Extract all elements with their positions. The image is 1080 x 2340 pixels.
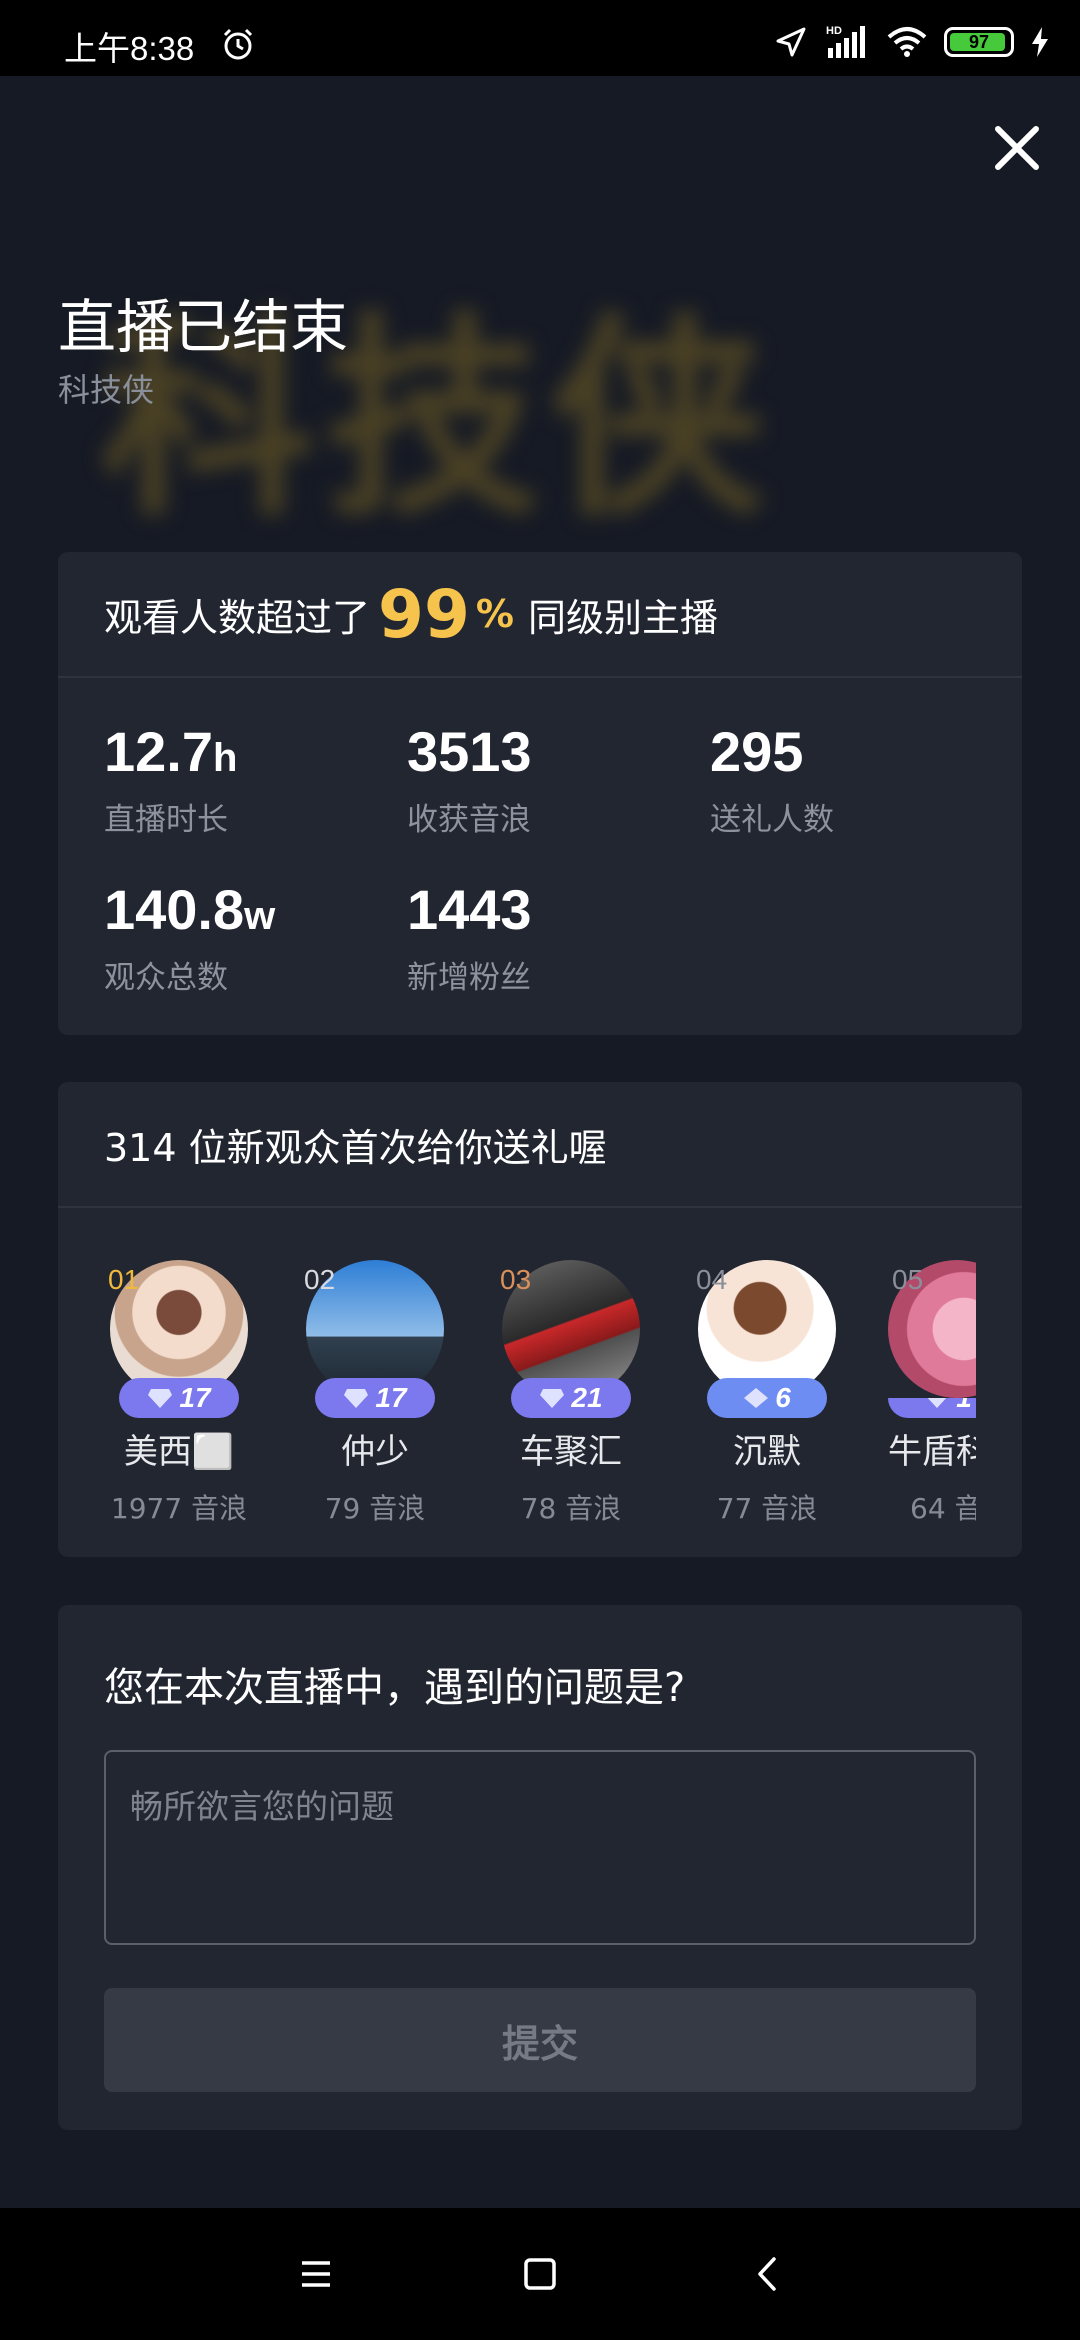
diamond-icon (927, 1398, 947, 1408)
stat-new-fans: 1443 新增粉丝 (407, 882, 707, 997)
battery-icon: 97 (944, 27, 1014, 57)
viewer-name: 车聚汇 (520, 1432, 622, 1472)
stat-label: 收获音浪 (407, 802, 531, 838)
ranking-percent: 99 (378, 575, 470, 653)
status-time: 上午8:38 (64, 30, 195, 67)
stat-label: 新增粉丝 (407, 960, 531, 996)
level-badge: 1 (888, 1398, 976, 1418)
stat-value: 140.8 (104, 878, 245, 941)
viewer-score: 79 音浪 (324, 1492, 426, 1525)
new-viewers-card: 314 位新观众首次给你送礼喔 01 17 美西⬜ 1977 音浪 02 17 … (58, 1082, 1022, 1557)
level-badge: 6 (707, 1378, 827, 1418)
status-indicators: HD 97 (774, 22, 1050, 62)
stat-value: 3513 (407, 720, 532, 783)
system-nav-bar (0, 2208, 1080, 2340)
submit-button[interactable]: 提交 (104, 1988, 976, 2092)
viewer-rank: 05 (892, 1264, 924, 1295)
viewer-name: 牛盾科 (888, 1432, 976, 1472)
stat-unit: w (244, 894, 276, 938)
viewer-rank: 02 (304, 1264, 336, 1295)
diamond-icon (344, 1389, 369, 1408)
diamond-icon (148, 1389, 173, 1408)
viewer-item[interactable]: 03 21 车聚汇 78 音浪 (496, 1260, 646, 1527)
new-viewers-heading: 314 位新观众首次给你送礼喔 (58, 1082, 1022, 1208)
level-value: 17 (179, 1382, 211, 1413)
viewer-list[interactable]: 01 17 美西⬜ 1977 音浪 02 17 仲少 79 音浪 03 21 车… (58, 1260, 1022, 1530)
ranking-suffix: 同级别主播 (527, 595, 718, 640)
stat-label: 观众总数 (104, 960, 228, 996)
stat-sound-waves: 3513 收获音浪 (407, 724, 707, 839)
viewer-item[interactable]: 01 17 美西⬜ 1977 音浪 (104, 1260, 254, 1527)
ranking-summary: 观看人数超过了 99 % 同级别主播 (58, 552, 1022, 678)
signal-icon: HD (826, 25, 865, 58)
level-value: 17 (375, 1382, 407, 1413)
stat-gifters: 295 送礼人数 (710, 724, 1010, 839)
stat-total-viewers: 140.8w 观众总数 (104, 882, 404, 997)
stat-unit: h (213, 736, 238, 780)
level-value: 21 (571, 1382, 603, 1413)
viewer-rank: 01 (108, 1264, 140, 1295)
viewer-item[interactable]: 04 6 沉默 77 音浪 (692, 1260, 842, 1527)
diamond-icon (540, 1389, 565, 1408)
charging-icon (1032, 27, 1048, 57)
ranking-percent-sign: % (475, 592, 514, 636)
wifi-icon (887, 27, 927, 57)
viewer-name: 美西⬜ (123, 1432, 235, 1472)
viewer-rank: 03 (500, 1264, 532, 1295)
alarm-icon (223, 28, 253, 60)
viewer-score: 64 音 (910, 1492, 976, 1525)
signal-hd-label: HD (826, 25, 842, 37)
stats-card: 观看人数超过了 99 % 同级别主播 12.7h 直播时长 3513 收获音浪 … (58, 552, 1022, 1035)
back-icon[interactable] (748, 2254, 788, 2294)
stat-value: 12.7 (104, 720, 213, 783)
level-value: 1 (956, 1398, 972, 1414)
stat-label: 送礼人数 (710, 802, 834, 838)
level-badge: 17 (119, 1378, 239, 1418)
location-icon (776, 27, 806, 57)
streamer-name: 科技侠 (58, 371, 155, 409)
stat-value: 295 (710, 720, 804, 783)
stat-label: 直播时长 (104, 802, 228, 838)
feedback-card: 您在本次直播中，遇到的问题是? 提交 (58, 1605, 1022, 2130)
viewer-name: 仲少 (341, 1432, 409, 1472)
stat-value: 1443 (407, 878, 532, 941)
feedback-question: 您在本次直播中，遇到的问题是? (104, 1665, 686, 1711)
viewer-rank: 04 (696, 1264, 728, 1295)
stat-duration: 12.7h 直播时长 (104, 724, 404, 839)
viewer-item[interactable]: 05 1 牛盾科 64 音 (888, 1260, 1022, 1527)
home-icon[interactable] (520, 2254, 560, 2294)
level-badge: 21 (511, 1378, 631, 1418)
viewer-score: 1977 音浪 (110, 1492, 248, 1525)
page-title: 直播已结束 (58, 293, 349, 361)
viewer-score: 78 音浪 (520, 1492, 622, 1525)
level-badge: 17 (315, 1378, 435, 1418)
close-icon[interactable] (984, 115, 1050, 181)
status-bar: 上午8:38 HD 97 (0, 0, 1080, 76)
viewer-name: 沉默 (733, 1432, 801, 1472)
level-value: 6 (775, 1382, 791, 1413)
battery-level: 97 (968, 31, 990, 52)
menu-icon[interactable] (296, 2254, 336, 2294)
diamond-icon (744, 1388, 769, 1408)
ranking-prefix: 观看人数超过了 (104, 595, 371, 640)
feedback-input[interactable] (104, 1750, 976, 1945)
viewer-score: 77 音浪 (716, 1492, 818, 1525)
viewer-item[interactable]: 02 17 仲少 79 音浪 (300, 1260, 450, 1527)
